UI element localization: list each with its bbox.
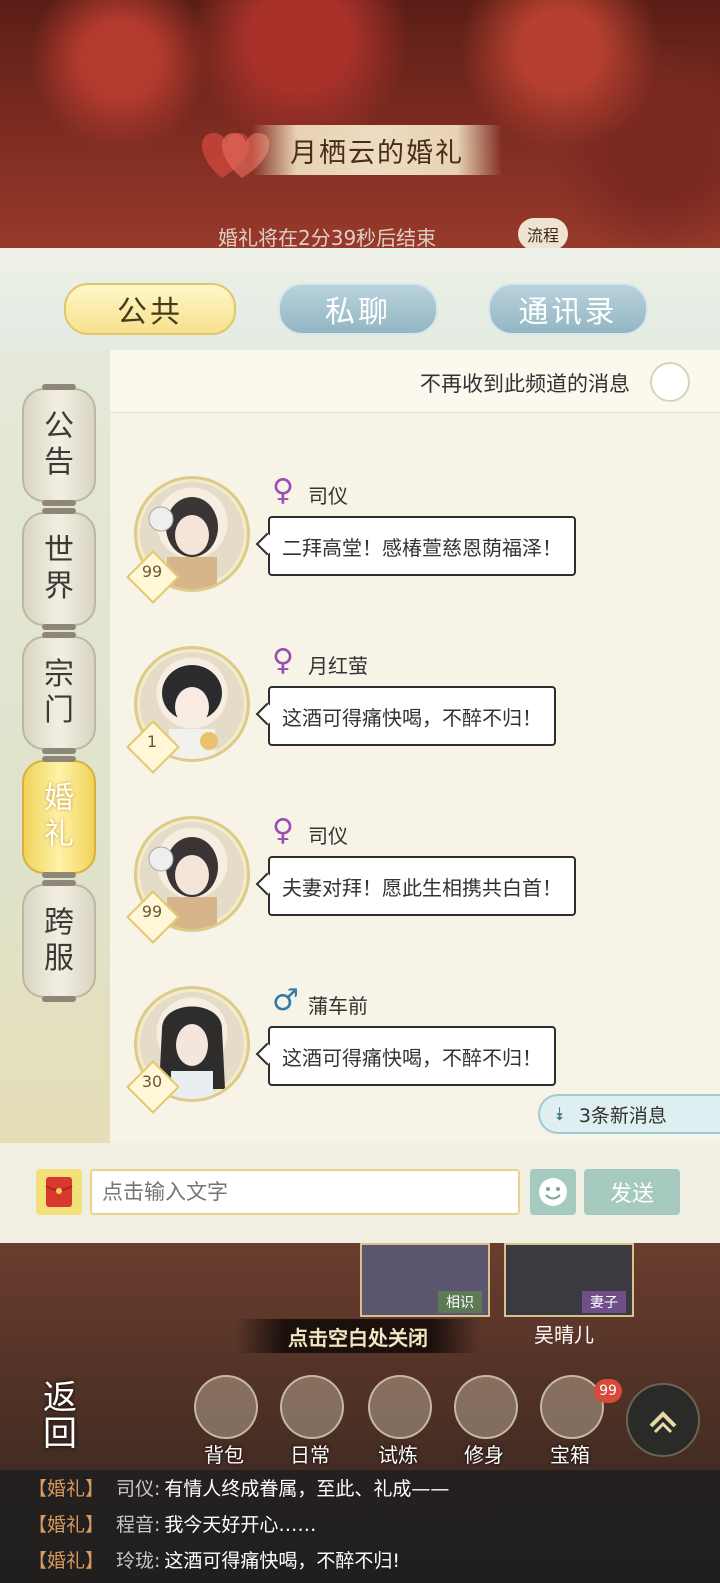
channel-world[interactable]: 世界	[22, 508, 96, 630]
feed-sender: 程音:	[116, 1514, 161, 1536]
back-button[interactable]: 返 回	[20, 1371, 100, 1461]
smiley-icon	[539, 1178, 567, 1206]
wedding-scene-top[interactable]: 月栖云的婚礼 婚礼将在2分39秒后结束 流程	[0, 0, 720, 260]
dock-label: 背包	[204, 1443, 244, 1467]
new-messages-label: 3条新消息	[578, 1104, 667, 1127]
dock-label: 试炼	[378, 1443, 418, 1467]
feed-text: 我今天好开心……	[164, 1514, 317, 1536]
feed-channel-tag: 【婚礼】	[28, 1478, 105, 1500]
trial-icon	[368, 1375, 432, 1439]
mute-channel-row: 不再收到此频道的消息	[110, 350, 720, 413]
tab-public[interactable]: 公共	[64, 283, 236, 335]
dock-bag[interactable]: 背包	[184, 1375, 264, 1475]
mute-channel-label: 不再收到此频道的消息	[420, 372, 630, 396]
channel-label: 世界	[44, 533, 74, 604]
chat-message: 99 ♀ 司仪 二拜高堂！感椿萱慈恩荫福泽！	[126, 473, 652, 606]
daily-icon	[280, 1375, 344, 1439]
message-bubble: 这酒可得痛快喝，不醉不归！	[268, 686, 556, 746]
double-chevron-down-icon: ⯯	[554, 1103, 565, 1125]
channel-cross-server[interactable]: 跨服	[22, 880, 96, 1002]
level-value: 99	[141, 902, 163, 921]
chat-tab-bar: 公共 私聊 通讯录	[0, 248, 720, 350]
cultivate-icon	[454, 1375, 518, 1439]
feed-channel-tag: 【婚礼】	[28, 1514, 105, 1536]
back-label: 返	[43, 1378, 77, 1418]
channel-sect[interactable]: 宗门	[22, 632, 96, 754]
sender-name[interactable]: 司仪	[308, 480, 348, 509]
back-label: 回	[43, 1414, 77, 1454]
female-icon: ♀	[272, 643, 294, 678]
sender-name[interactable]: 司仪	[308, 820, 348, 849]
dock-label: 日常	[290, 1443, 330, 1467]
female-icon: ♀	[272, 813, 294, 848]
chat-feed[interactable]: 【婚礼】 司仪: 有情人终成眷属，至此、礼成—— 【婚礼】 程音: 我今天好开心…	[0, 1470, 720, 1583]
chat-text-input[interactable]	[90, 1169, 520, 1215]
sender-name[interactable]: 蒲车前	[308, 990, 368, 1019]
dock-trial[interactable]: 试炼	[358, 1375, 438, 1475]
chat-message: 99 ♀ 司仪 夫妻对拜！愿此生相携共白首！	[126, 813, 652, 946]
channel-wedding[interactable]: 婚礼	[22, 756, 96, 878]
new-messages-button[interactable]: ⯯ 3条新消息	[538, 1094, 720, 1134]
relation-tag: 相识	[438, 1291, 482, 1313]
tab-contacts[interactable]: 通讯录	[488, 283, 648, 335]
partner-name: 吴晴儿	[534, 1323, 594, 1347]
channel-label: 跨服	[44, 905, 74, 976]
feed-text: 有情人终成眷属，至此、礼成——	[164, 1478, 450, 1500]
wedding-countdown: 婚礼将在2分39秒后结束	[218, 226, 437, 250]
message-bubble: 夫妻对拜！愿此生相携共白首！	[268, 856, 576, 916]
chat-message: 1 ♀ 月红萤 这酒可得痛快喝，不醉不归！	[126, 643, 652, 776]
red-envelope-icon	[45, 1177, 73, 1207]
tab-private-chat[interactable]: 私聊	[278, 283, 438, 335]
emoji-button[interactable]	[530, 1169, 576, 1215]
channel-sidebar: 公告 世界 宗门 婚礼 跨服	[0, 350, 110, 1243]
wedding-process-button[interactable]: 流程	[518, 218, 568, 250]
feed-line: 【婚礼】 玲珑: 这酒可得痛快喝，不醉不归!	[28, 1546, 400, 1580]
channel-label: 婚礼	[44, 781, 74, 852]
chevron-up-icon	[649, 1411, 677, 1434]
close-hint: 点击空白处关闭	[236, 1319, 480, 1353]
expand-menu-button[interactable]	[626, 1383, 700, 1457]
dock-daily[interactable]: 日常	[270, 1375, 350, 1475]
feed-channel-tag: 【婚礼】	[28, 1550, 105, 1572]
feed-sender: 司仪:	[116, 1478, 161, 1500]
chat-input-bar: 发送	[0, 1143, 720, 1243]
wedding-title: 月栖云的婚礼	[252, 125, 502, 175]
sender-name[interactable]: 月红萤	[308, 650, 368, 679]
dock-cultivate[interactable]: 修身	[444, 1375, 524, 1475]
message-list[interactable]: 不再收到此频道的消息 99 ♀ 司仪 二拜高堂！感椿萱慈恩荫福泽！ 1 ♀ 月红…	[110, 350, 720, 1243]
relation-tag: 妻子	[582, 1291, 626, 1313]
feed-sender: 玲珑:	[116, 1550, 161, 1572]
feed-text: 这酒可得痛快喝，不醉不归!	[164, 1550, 401, 1572]
notification-badge: 99	[594, 1379, 622, 1403]
channel-label: 宗门	[44, 657, 74, 728]
message-bubble: 二拜高堂！感椿萱慈恩荫福泽！	[268, 516, 576, 576]
bag-icon	[194, 1375, 258, 1439]
message-bubble: 这酒可得痛快喝，不醉不归！	[268, 1026, 556, 1086]
feed-line: 【婚礼】 程音: 我今天好开心……	[28, 1510, 316, 1544]
mute-channel-checkbox[interactable]	[650, 362, 690, 402]
level-value: 1	[146, 732, 158, 751]
channel-label: 公告	[44, 409, 74, 480]
chat-panel: 公共 私聊 通讯录 公告 世界 宗门 婚礼 跨服 不再收到此频道的消息 99 ♀…	[0, 248, 720, 1243]
female-icon: ♀	[272, 473, 294, 508]
level-value: 99	[141, 562, 163, 581]
send-button[interactable]: 发送	[584, 1169, 680, 1215]
channel-announcement[interactable]: 公告	[22, 384, 96, 506]
dock-label: 宝箱	[550, 1443, 590, 1467]
red-packet-button[interactable]	[36, 1169, 82, 1215]
level-value: 30	[141, 1072, 163, 1091]
dock-label: 修身	[464, 1443, 504, 1467]
male-icon: ♂	[272, 983, 299, 1018]
feed-line: 【婚礼】 司仪: 有情人终成眷属，至此、礼成——	[28, 1474, 449, 1508]
